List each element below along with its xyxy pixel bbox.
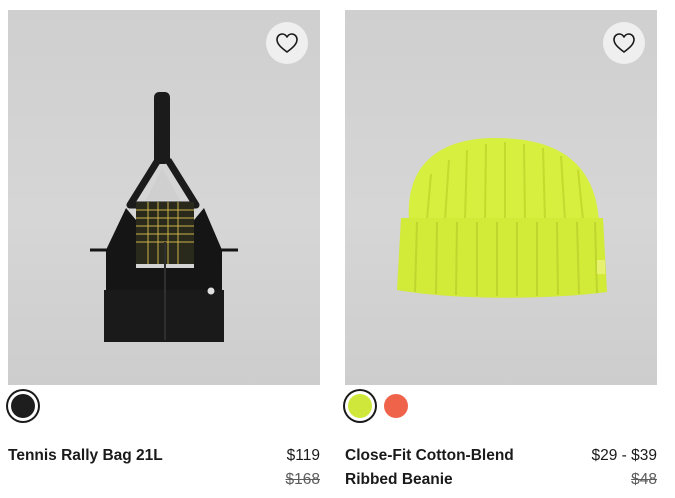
color-swatch-coral[interactable] <box>381 391 411 421</box>
tennis-bag-image <box>90 92 238 342</box>
sale-price: $119 <box>286 447 320 464</box>
color-swatch-black[interactable] <box>8 391 38 421</box>
product-name-line-1: Close-Fit Cotton-Blend <box>345 447 514 464</box>
beanie-image <box>397 138 607 298</box>
product-name-line-2: Ribbed Beanie <box>345 471 453 488</box>
product-card[interactable]: Tennis Rally Bag 21L $119 $168 <box>8 10 320 488</box>
product-card[interactable]: Close-Fit Cotton-Blend Ribbed Beanie $29… <box>345 10 657 488</box>
product-price: $119 $168 <box>286 444 320 492</box>
product-name[interactable]: Close-Fit Cotton-Blend Ribbed Beanie <box>345 444 545 492</box>
swatch-dot <box>11 394 35 418</box>
swatch-dot <box>384 394 408 418</box>
sale-price: $29 - $39 <box>591 447 658 464</box>
color-swatches <box>345 391 411 425</box>
swatch-dot <box>348 394 372 418</box>
heart-icon <box>276 33 298 53</box>
product-image[interactable] <box>345 10 657 385</box>
wishlist-button[interactable] <box>603 22 645 64</box>
product-image[interactable] <box>8 10 320 385</box>
original-price: $48 <box>631 471 657 488</box>
wishlist-button[interactable] <box>266 22 308 64</box>
product-price: $29 - $39 $48 <box>592 444 658 492</box>
color-swatch-lime[interactable] <box>345 391 375 421</box>
color-swatches <box>8 391 38 425</box>
product-name[interactable]: Tennis Rally Bag 21L <box>8 444 208 468</box>
heart-icon <box>613 33 635 53</box>
original-price: $168 <box>285 471 320 488</box>
